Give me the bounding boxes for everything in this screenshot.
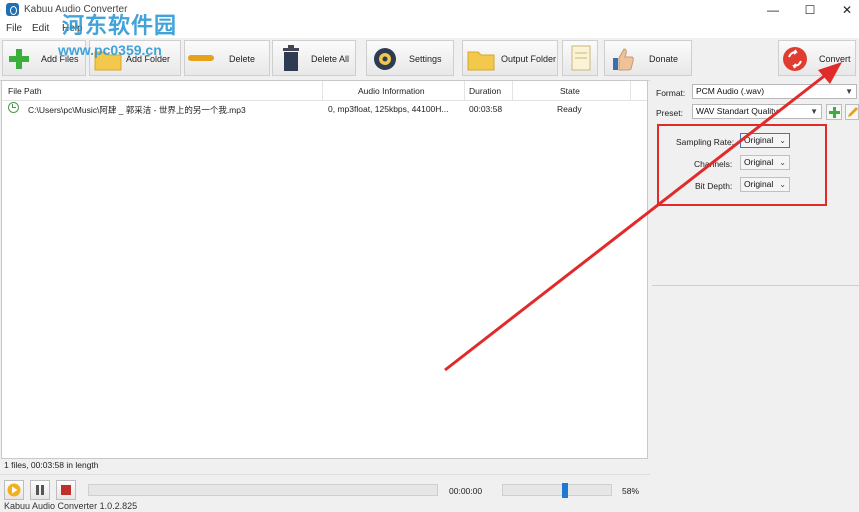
annotation-arrow-line (444, 68, 833, 372)
annotation-arrow (444, 62, 842, 372)
version-text: Kabuu Audio Converter 1.0.2.825 (4, 501, 138, 511)
annotation-arrow-head (818, 62, 842, 84)
footer-bar: Kabuu Audio Converter 1.0.2.825 (0, 501, 859, 512)
